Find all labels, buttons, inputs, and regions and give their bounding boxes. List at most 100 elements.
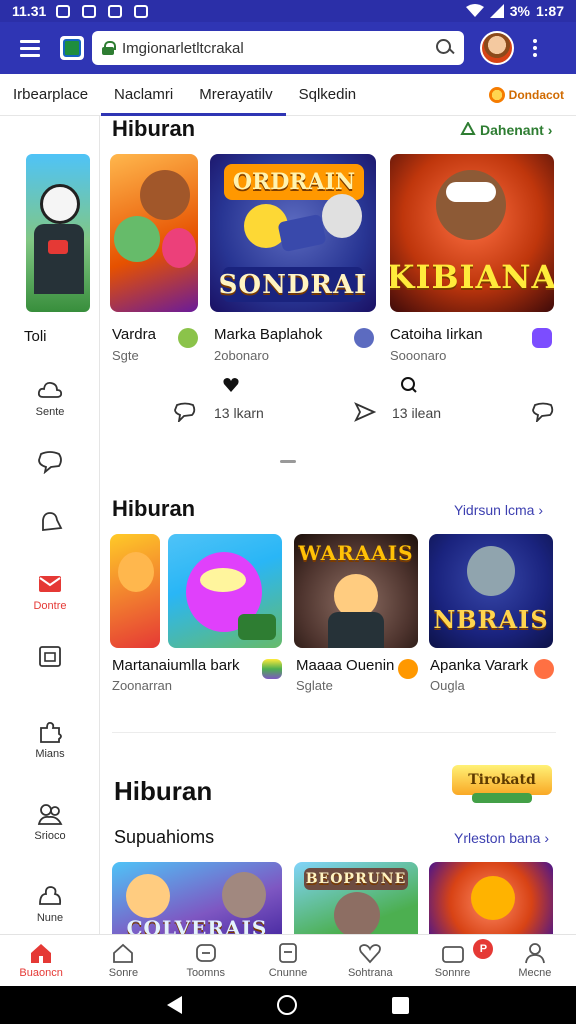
send-icon[interactable] (354, 402, 376, 422)
game-subtitle: Sglate (296, 678, 333, 693)
game-subtitle: Ougla (430, 678, 465, 693)
section-title-3: Hiburan (114, 776, 213, 806)
recycle-icon (460, 122, 476, 135)
section-divider (112, 732, 556, 733)
game-card-martana[interactable] (168, 534, 282, 648)
people-icon (37, 802, 63, 826)
stat-2: 13 ilean (392, 405, 442, 421)
active-tab-group: Naclamri Mrerayatilv (101, 74, 286, 116)
app-logo-icon[interactable] (60, 36, 84, 60)
game-subtitle: Zoonarran (112, 678, 172, 693)
bottom-navigation: Buaoncn Sonre Toomns Cnunne Sohtrana P S… (0, 934, 576, 986)
game-card-apanka[interactable]: NBRAIS (429, 534, 553, 648)
chevron-right-icon: › (538, 502, 544, 518)
game-card-colverais[interactable]: COLVERAIS (112, 862, 282, 934)
promo-label: Dondacot (508, 87, 564, 102)
category-tabs: Irbearplace Naclamri Mrerayatilv Sqlkedi… (0, 74, 576, 116)
nav-item-cnunne[interactable]: Cnunne (247, 935, 329, 986)
game-card-partial[interactable] (110, 534, 160, 648)
chevron-right-icon: › (544, 830, 550, 846)
game-title[interactable]: Vardra (112, 326, 156, 343)
sidebar-item-label: Nune (36, 912, 64, 924)
group-icon (37, 884, 63, 908)
sidebar-hero-image[interactable] (26, 154, 90, 312)
sidebar-item-nune[interactable]: Nune (0, 884, 100, 924)
sidebar-item-bell[interactable] (0, 510, 100, 538)
sidebar-item-calendar[interactable] (0, 644, 100, 672)
game-subtitle: 2obonaro (214, 348, 269, 363)
sidebar-item-sente[interactable]: Sente (0, 378, 100, 418)
heart-icon[interactable] (222, 376, 240, 394)
tab-irbearplace[interactable]: Irbearplace (0, 74, 101, 116)
game-title[interactable]: Maaaa Ouenin (296, 657, 394, 674)
more-options-icon[interactable] (520, 22, 550, 74)
star-badge-icon (534, 659, 554, 679)
section-link-2[interactable]: Yidrsun lcma › (454, 502, 543, 518)
message-notification-icon (106, 4, 124, 18)
system-navigation-bar (0, 986, 576, 1024)
game-title[interactable]: Apanka Varark (430, 657, 528, 674)
nav-item-mecne[interactable]: Mecne (494, 935, 576, 986)
game-card-maaaa[interactable]: WARAAIS (294, 534, 418, 648)
nav-item-home[interactable]: Buaoncn (0, 935, 82, 986)
game-card-beopriune[interactable]: BEOPRUNE (294, 862, 418, 934)
section-link-3[interactable]: Yrleston bana › (454, 830, 549, 846)
game-subtitle: Sgte (112, 348, 139, 363)
stat-1: 13 lkarn (214, 405, 264, 421)
comment-icon[interactable] (174, 402, 196, 422)
section-link-1[interactable]: Dahenant › (460, 122, 552, 138)
nav-label: Cnunne (268, 967, 308, 979)
main-content: Hiburan Dahenant › ORDRAIN SONDRAI KIBIA… (100, 116, 576, 934)
scroll-handle[interactable] (280, 460, 296, 463)
hamburger-menu-icon[interactable] (0, 22, 60, 74)
nav-label: Toomns (186, 967, 225, 979)
sidebar-item-label: Dontre (33, 600, 67, 612)
back-icon[interactable] (167, 996, 183, 1014)
sidebar-item-srioco[interactable]: Srioco (0, 802, 100, 842)
game-title[interactable]: Marka Baplahok (214, 326, 322, 343)
nav-label: Sonre (108, 967, 139, 979)
search-small-icon[interactable] (400, 376, 418, 394)
promo-button[interactable]: Dondacot (488, 86, 564, 103)
search-icon[interactable] (436, 39, 454, 57)
comment-icon[interactable] (532, 402, 554, 422)
home-icon (29, 942, 53, 964)
game-card-vardra[interactable] (110, 154, 198, 312)
nav-item-sonre[interactable]: Sonre (82, 935, 164, 986)
status-time: 11.31 (12, 3, 47, 19)
nav-label: Sonnre (434, 967, 471, 979)
chat-badge-icon (354, 328, 374, 348)
nav-label: Mecne (518, 967, 552, 979)
section-link-label: Dahenant (480, 122, 544, 138)
app-screen: 11.31 3% 1:87 Imgionarletltcrakal Irbear… (0, 0, 576, 1024)
home-circle-icon[interactable] (276, 995, 297, 1015)
game-art-title: NBRAIS (433, 604, 549, 634)
tab-naclamri[interactable]: Naclamri (101, 74, 186, 116)
logo-text: Tirokatd (452, 765, 552, 795)
game-card-third[interactable] (429, 862, 553, 934)
section-title-1: Hiburan (112, 116, 196, 141)
avatar[interactable] (480, 31, 514, 65)
url-bar[interactable]: Imgionarletltcrakal (92, 31, 464, 65)
game-card-catoiha[interactable]: KIBIANA (390, 154, 554, 312)
nav-item-toomns[interactable]: Toomns (165, 935, 247, 986)
cloud-icon (37, 378, 63, 402)
notification-badge: P (473, 939, 494, 959)
photo-notification-icon (132, 4, 150, 18)
tab-sqlkedin[interactable]: Sqlkedin (286, 74, 370, 116)
url-text[interactable]: Imgionarletltcrakal (122, 40, 436, 57)
recents-icon[interactable] (391, 996, 409, 1014)
camera-icon (441, 942, 465, 964)
sidebar-item-dontre[interactable]: Dontre (0, 572, 100, 612)
game-title[interactable]: Martanaiumlla bark (112, 657, 240, 674)
nav-item-sonnre[interactable]: P Sonnre (411, 935, 494, 986)
tab-mrerayatilv[interactable]: Mrerayatilv (186, 74, 285, 116)
game-card-marka[interactable]: ORDRAIN SONDRAI (210, 154, 376, 312)
sidebar-item-chat[interactable] (0, 450, 100, 478)
sidebar-item-mians[interactable]: Mians (0, 720, 100, 760)
heart-icon (358, 942, 382, 964)
wifi-icon (465, 4, 484, 17)
nav-item-sohtrana[interactable]: Sohtrana (329, 935, 411, 986)
game-title[interactable]: Catoiha Iirkan (390, 326, 483, 343)
tokens-icon (194, 942, 218, 964)
